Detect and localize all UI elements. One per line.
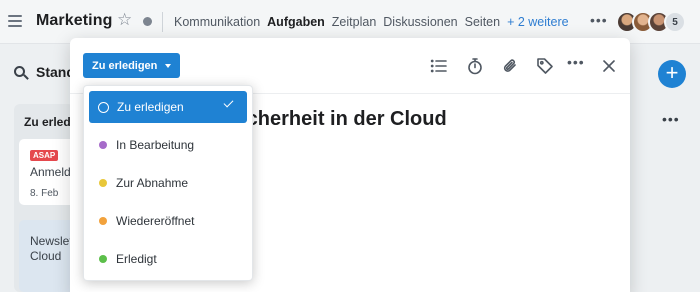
status-option-label: Zu erledigen [117,100,184,114]
status-label: Zu erledigen [92,59,158,72]
status-dropdown-button[interactable]: Zu erledigen [83,53,181,78]
star-icon[interactable]: ☆ [117,11,132,28]
column-title: Zu erled [24,115,71,129]
status-option-erledigt[interactable]: Erledigt [89,243,247,275]
tab-kommunikation[interactable]: Kommunikation [174,15,260,29]
status-dot-icon[interactable] [143,17,152,26]
close-icon[interactable] [599,56,619,76]
more-tabs-link[interactable]: + 2 weitere [507,15,569,29]
more-options-icon[interactable]: ••• [590,12,608,28]
priority-badge: ASAP [30,150,59,161]
status-option-label: Zur Abnahme [116,176,189,190]
status-dot-icon [99,217,107,225]
tab-seiten[interactable]: Seiten [465,15,500,29]
task-title[interactable]: sicherheit in der Cloud [230,108,447,131]
status-option-label: Wiedereröffnet [116,214,195,228]
checkmark-icon [223,97,234,108]
project-title: Marketing [36,12,113,29]
status-ring-icon [98,101,109,113]
status-option-label: Erledigt [116,252,157,266]
divider [162,12,163,32]
status-dot-icon [99,255,107,263]
search-icon[interactable] [14,66,25,77]
chevron-down-icon [165,63,172,68]
attachment-icon[interactable] [500,56,520,76]
status-dropdown-menu: Zu erledigen In Bearbeitung Zur Abnahme … [83,85,253,281]
task-card-title: Newslet Cloud [30,234,73,263]
add-task-button[interactable]: + [658,60,686,88]
checklist-icon[interactable] [429,56,449,76]
task-card-title: Anmeld [30,165,71,179]
tab-zeitplan[interactable]: Zeitplan [332,15,376,29]
status-option-wiedereroeffnet[interactable]: Wiedereröffnet [89,205,247,237]
status-dot-icon [99,141,107,149]
status-option-in-bearbeitung[interactable]: In Bearbeitung [89,129,247,161]
task-card-date: 8. Feb [30,188,59,199]
tab-diskussionen[interactable]: Diskussionen [383,15,457,29]
status-dot-icon [99,179,107,187]
project-tabs: Kommunikation Aufgaben Zeitplan Diskussi… [174,15,576,29]
more-options-icon[interactable]: ••• [567,54,587,74]
tag-icon[interactable] [535,56,555,76]
member-avatars[interactable]: 5 [616,11,686,33]
status-option-label: In Bearbeitung [116,138,195,152]
status-option-zu-erledigen[interactable]: Zu erledigen [89,91,247,123]
status-option-zur-abnahme[interactable]: Zur Abnahme [89,167,247,199]
member-count-badge[interactable]: 5 [664,11,686,33]
menu-icon[interactable] [8,15,22,27]
column-menu-icon[interactable]: ••• [662,111,680,127]
timer-icon[interactable] [465,56,485,76]
tab-aufgaben[interactable]: Aufgaben [267,15,325,29]
